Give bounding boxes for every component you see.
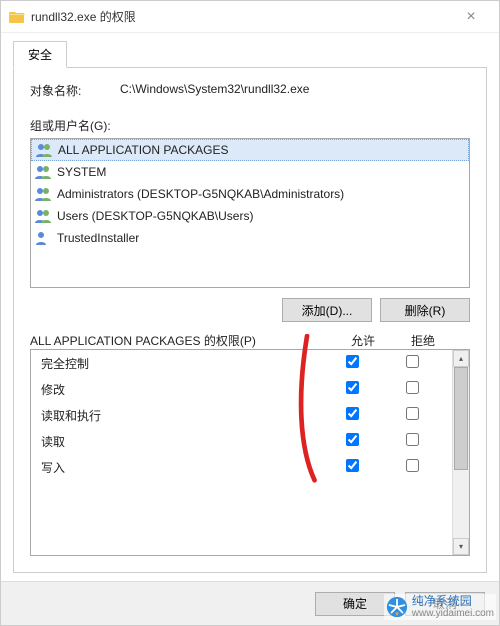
deny-checkbox[interactable] (406, 407, 419, 420)
watermark: 纯净系统园 www.yidaimei.com (384, 594, 496, 620)
permission-label: 读取 (41, 433, 322, 450)
list-item-label: ALL APPLICATION PACKAGES (58, 143, 229, 157)
watermark-icon (386, 596, 408, 618)
permissions-title: ALL APPLICATION PACKAGES 的权限(P) (30, 332, 333, 349)
permissions-dialog: rundll32.exe 的权限 × 安全 对象名称: C:\Windows\S… (0, 0, 500, 626)
deny-checkbox[interactable] (406, 381, 419, 394)
allow-checkbox[interactable] (346, 407, 359, 420)
allow-checkbox[interactable] (346, 433, 359, 446)
list-item-label: Users (DESKTOP-G5NQKAB\Users) (57, 209, 253, 223)
list-item-label: Administrators (DESKTOP-G5NQKAB\Administ… (57, 187, 344, 201)
content-area: 安全 对象名称: C:\Windows\System32\rundll32.ex… (1, 33, 499, 581)
allow-checkbox[interactable] (346, 381, 359, 394)
group-buttons-row: 添加(D)... 删除(R) (30, 298, 470, 322)
permission-label: 完全控制 (41, 355, 322, 372)
permission-row: 写入 (31, 454, 452, 480)
permissions-box: 完全控制修改读取和执行读取写入 ▴ ▾ (30, 349, 470, 556)
permission-label: 写入 (41, 459, 322, 476)
tab-security[interactable]: 安全 (13, 41, 67, 68)
watermark-brand: 纯净系统园 (412, 595, 494, 608)
permissions-scrollbar[interactable]: ▴ ▾ (452, 350, 469, 555)
object-name-label: 对象名称: (30, 82, 120, 99)
remove-button[interactable]: 删除(R) (380, 298, 470, 322)
groups-label: 组或用户名(G): (30, 117, 470, 134)
list-item-label: TrustedInstaller (57, 231, 139, 245)
permission-row: 完全控制 (31, 350, 452, 376)
list-item[interactable]: ALL APPLICATION PACKAGES (31, 139, 469, 161)
permission-row: 读取和执行 (31, 402, 452, 428)
object-name-value: C:\Windows\System32\rundll32.exe (120, 82, 309, 99)
deny-checkbox[interactable] (406, 433, 419, 446)
allow-checkbox[interactable] (346, 459, 359, 472)
permission-row: 读取 (31, 428, 452, 454)
permissions-header: ALL APPLICATION PACKAGES 的权限(P) 允许 拒绝 (30, 332, 470, 349)
add-button[interactable]: 添加(D)... (282, 298, 372, 322)
col-allow-header: 允许 (333, 332, 393, 349)
scroll-thumb[interactable] (454, 367, 468, 470)
allow-checkbox[interactable] (346, 355, 359, 368)
permission-label: 读取和执行 (41, 407, 322, 424)
permission-row: 修改 (31, 376, 452, 402)
list-item-label: SYSTEM (57, 165, 106, 179)
security-panel: 对象名称: C:\Windows\System32\rundll32.exe 组… (13, 68, 487, 573)
list-item[interactable]: Administrators (DESKTOP-G5NQKAB\Administ… (31, 183, 469, 205)
scroll-down-button[interactable]: ▾ (453, 538, 469, 555)
deny-checkbox[interactable] (406, 355, 419, 368)
groups-listbox[interactable]: ALL APPLICATION PACKAGES SYSTEM Administra… (30, 138, 470, 288)
folder-icon (9, 9, 25, 25)
object-name-row: 对象名称: C:\Windows\System32\rundll32.exe (30, 82, 470, 99)
list-item[interactable]: SYSTEM (31, 161, 469, 183)
list-item[interactable]: TrustedInstaller (31, 227, 469, 249)
tab-strip: 安全 (13, 41, 487, 68)
permission-label: 修改 (41, 381, 322, 398)
titlebar: rundll32.exe 的权限 × (1, 1, 499, 33)
deny-checkbox[interactable] (406, 459, 419, 472)
window-title: rundll32.exe 的权限 (31, 8, 451, 25)
scroll-track[interactable] (453, 367, 469, 538)
permissions-list: 完全控制修改读取和执行读取写入 (31, 350, 452, 555)
close-button[interactable]: × (451, 8, 491, 26)
col-deny-header: 拒绝 (393, 332, 453, 349)
watermark-url: www.yidaimei.com (412, 608, 494, 619)
list-item[interactable]: Users (DESKTOP-G5NQKAB\Users) (31, 205, 469, 227)
scroll-up-button[interactable]: ▴ (453, 350, 469, 367)
